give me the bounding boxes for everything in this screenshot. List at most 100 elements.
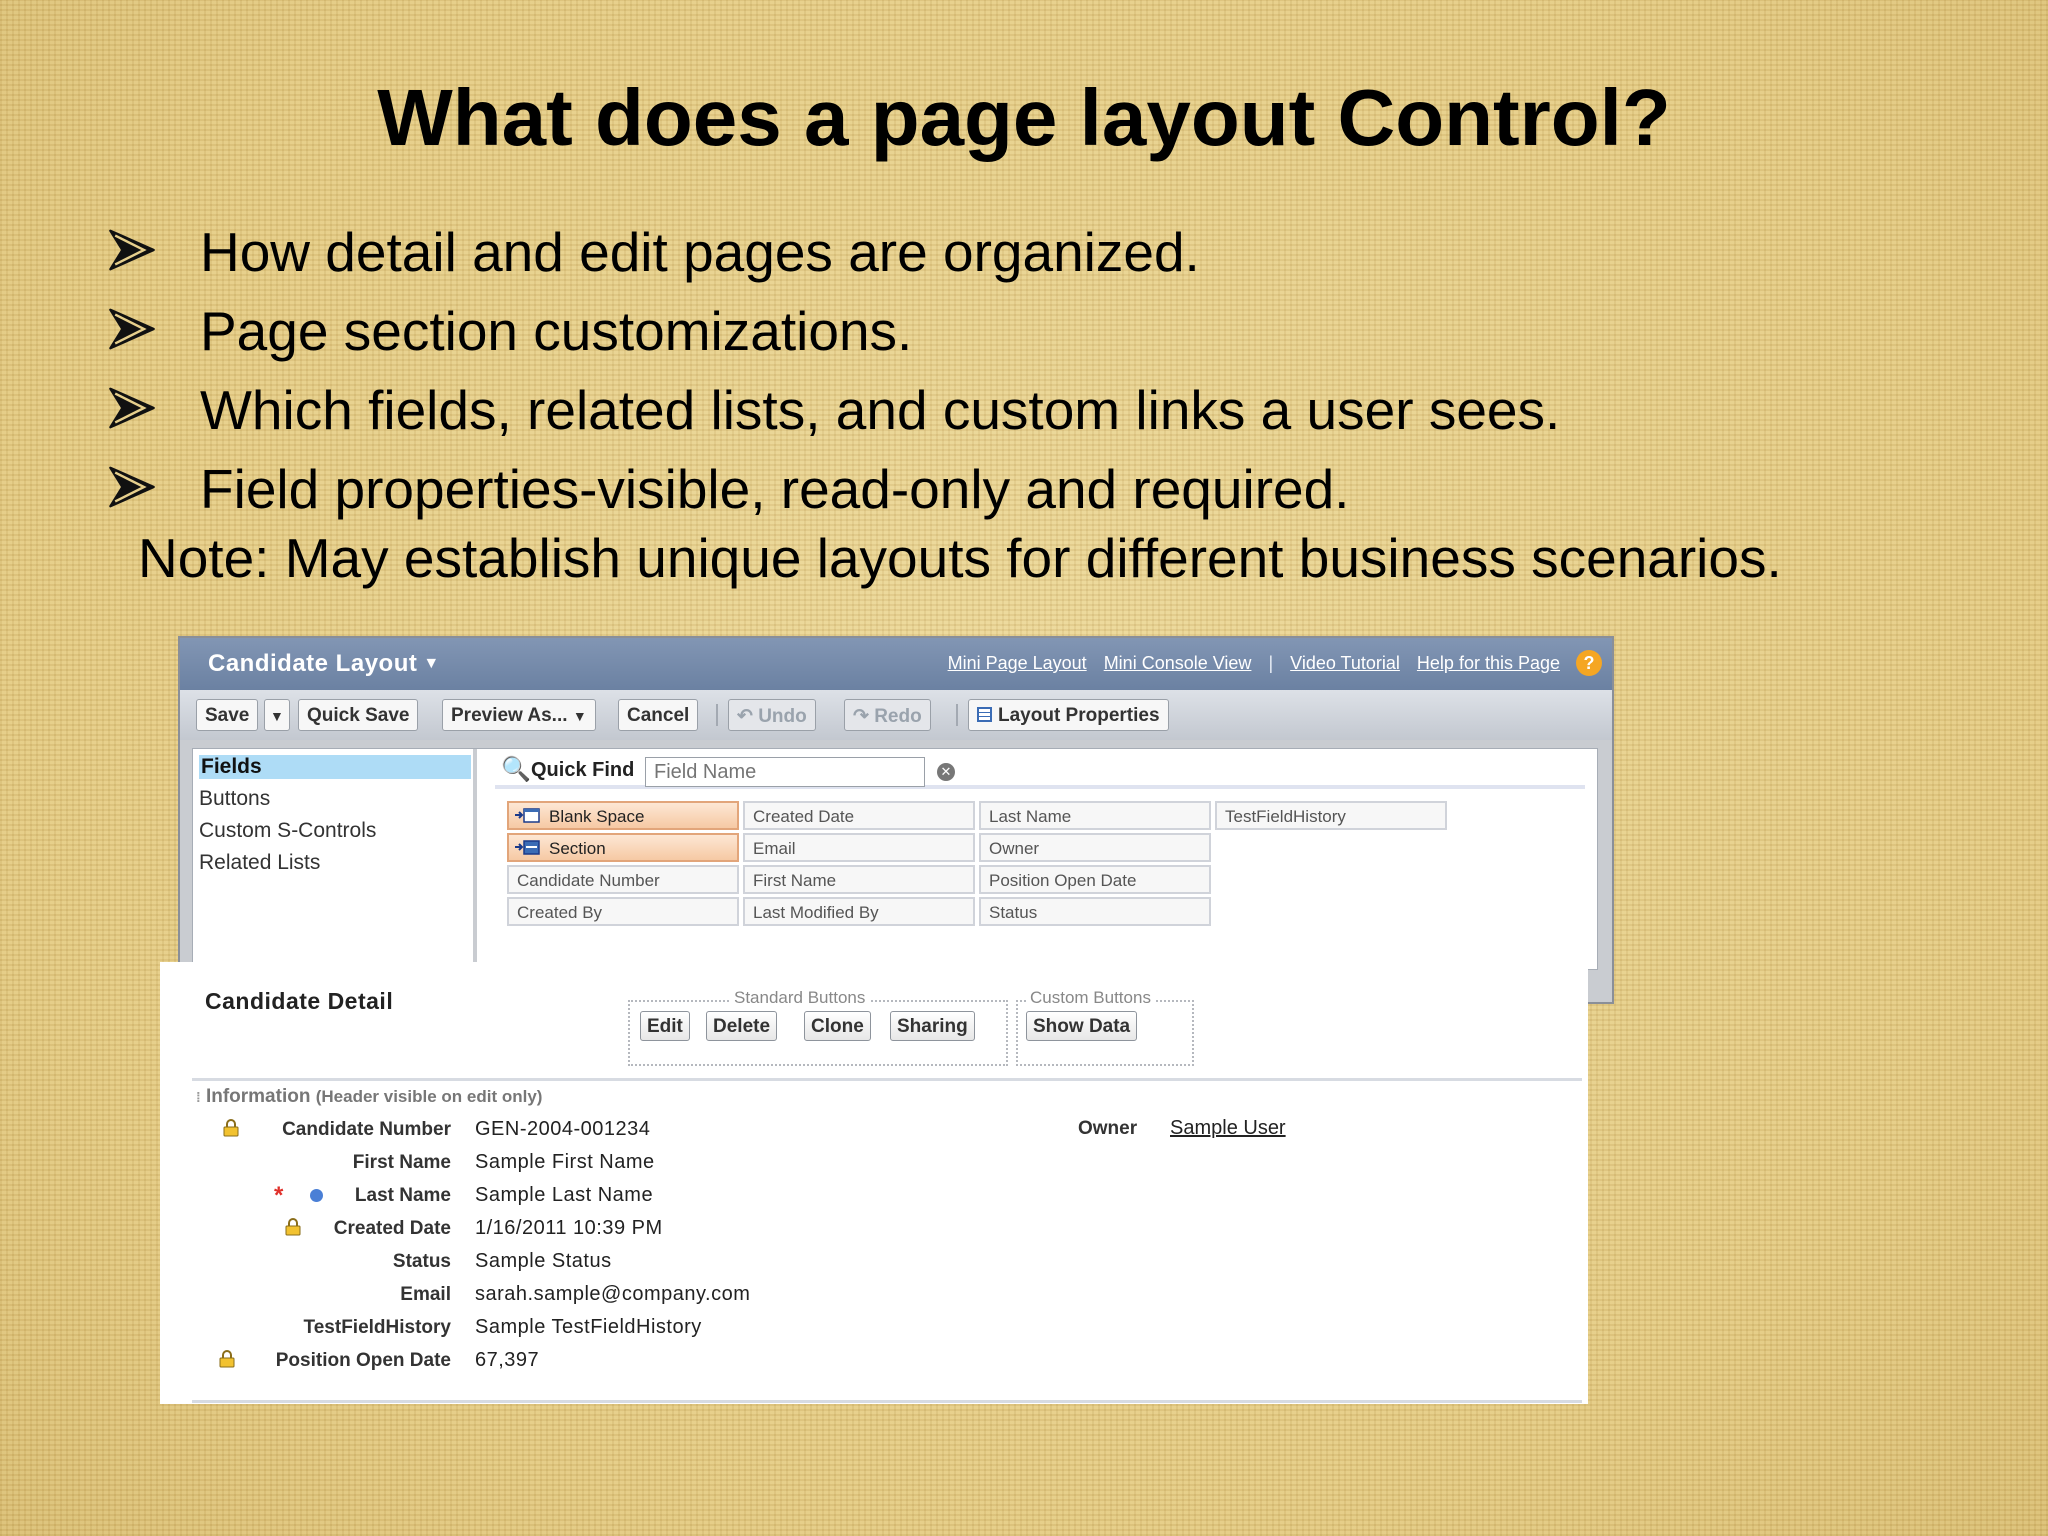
caret-down-icon: ▼: [423, 655, 440, 672]
category-custom-s-controls[interactable]: Custom S-Controls: [199, 819, 376, 843]
palette-field[interactable]: Last Name: [979, 801, 1211, 830]
arrow-bullet-icon: [109, 229, 155, 271]
save-label: Save: [205, 705, 250, 726]
detail-row: Status Sample Status: [160, 1247, 1588, 1277]
layout-editor-header: Candidate Layout ▼ Mini Page Layout Mini …: [180, 638, 1612, 690]
preview-as-label: Preview As...: [451, 705, 568, 726]
layout-title: Candidate Layout: [208, 650, 418, 677]
layout-properties-label: Layout Properties: [998, 705, 1160, 726]
help-page-link[interactable]: Help for this Page: [1417, 653, 1560, 673]
field-label: Candidate Number: [282, 1119, 451, 1140]
section-divider: [192, 1078, 1582, 1081]
toolbar-separator: [956, 704, 958, 726]
preview-as-button[interactable]: Preview As... ▼: [442, 699, 596, 731]
detail-title: Candidate Detail: [205, 988, 394, 1014]
palette-field[interactable]: First Name: [743, 865, 975, 894]
quick-find-label: Quick Find: [531, 759, 635, 781]
video-tutorial-link[interactable]: Video Tutorial: [1290, 653, 1400, 673]
info-dot-icon: [310, 1189, 323, 1202]
drag-handle-icon: ⁞: [196, 1089, 201, 1105]
required-marker: *: [274, 1182, 284, 1209]
palette-field[interactable]: Last Modified By: [743, 897, 975, 926]
palette-field[interactable]: Status: [979, 897, 1211, 926]
redo-icon: ↷: [853, 706, 869, 727]
quick-save-button[interactable]: Quick Save: [298, 699, 419, 731]
palette-field[interactable]: Owner: [979, 833, 1211, 862]
bullet-item: Which fields, related lists, and custom …: [108, 368, 2008, 447]
clone-button[interactable]: Clone: [804, 1011, 871, 1041]
field-value: Sample TestFieldHistory: [475, 1316, 702, 1338]
sharing-button[interactable]: Sharing: [890, 1011, 975, 1041]
section-note: (Header visible on edit only): [315, 1087, 543, 1106]
palette-field-section[interactable]: Section: [507, 833, 739, 862]
clear-icon[interactable]: ✕: [937, 763, 955, 781]
palette-field[interactable]: Email: [743, 833, 975, 862]
mini-console-view-link[interactable]: Mini Console View: [1104, 653, 1252, 673]
layout-properties-button[interactable]: Layout Properties: [968, 699, 1169, 731]
arrow-bullet-icon: [109, 466, 155, 508]
standard-buttons-label: Standard Buttons: [730, 988, 870, 1008]
bullet-item: Page section customizations.: [108, 289, 2008, 368]
slide-note: Note: May establish unique layouts for d…: [138, 527, 1782, 589]
detail-row: Position Open Date 67,397: [160, 1346, 1588, 1376]
field-label: Last Name: [354, 1185, 451, 1206]
lock-icon: [223, 1119, 239, 1137]
palette-field[interactable]: Created Date: [743, 801, 975, 830]
field-label: TestFieldHistory: [303, 1317, 451, 1338]
palette-category-list: Fields Buttons Custom S-Controls Related…: [193, 749, 477, 969]
help-icon[interactable]: ?: [1576, 650, 1602, 676]
caret-down-icon: ▼: [270, 708, 284, 724]
delete-button[interactable]: Delete: [706, 1011, 778, 1041]
field-value: 67,397: [475, 1349, 540, 1371]
layout-title-dropdown[interactable]: Candidate Layout ▼: [208, 650, 440, 678]
field-label: Email: [400, 1284, 451, 1305]
link-separator: |: [1268, 653, 1274, 673]
redo-label: Redo: [874, 706, 922, 727]
edit-button[interactable]: Edit: [640, 1011, 690, 1041]
mini-page-layout-link[interactable]: Mini Page Layout: [948, 653, 1087, 673]
palette-field-blank-space[interactable]: Blank Space: [507, 801, 739, 830]
field-value: GEN-2004-001234: [475, 1118, 651, 1140]
arrow-bullet-icon: [109, 308, 155, 350]
bullet-item: How detail and edit pages are organized.: [108, 210, 2008, 289]
blank-space-icon: [515, 808, 540, 823]
undo-icon: ↶: [737, 706, 753, 727]
bullet-text: How detail and edit pages are organized.: [200, 221, 1200, 283]
palette-field[interactable]: Candidate Number: [507, 865, 739, 894]
palette-field[interactable]: Created By: [507, 897, 739, 926]
category-related-lists[interactable]: Related Lists: [199, 851, 320, 875]
field-label: Section: [549, 839, 606, 858]
toolbar-separator: [716, 704, 718, 726]
field-palette: Fields Buttons Custom S-Controls Related…: [192, 748, 1598, 970]
field-label: First Name: [352, 1152, 451, 1173]
properties-icon: [977, 707, 992, 722]
detail-row: Candidate Number GEN-2004-001234: [160, 1115, 1588, 1145]
detail-row: TestFieldHistory Sample TestFieldHistory: [160, 1313, 1588, 1343]
field-label: Blank Space: [549, 807, 645, 826]
field-label: Created Date: [333, 1218, 451, 1239]
slide-title: What does a page layout Control?: [377, 73, 1671, 162]
lock-icon: [219, 1350, 235, 1368]
undo-button[interactable]: ↶ Undo: [728, 699, 816, 731]
bullet-list: How detail and edit pages are organized.…: [108, 210, 2008, 526]
lock-icon: [285, 1218, 301, 1236]
layout-editor-screenshot: Candidate Layout ▼ Mini Page Layout Mini …: [178, 636, 1614, 1004]
save-dropdown-button[interactable]: ▼: [264, 699, 290, 731]
redo-button[interactable]: ↷ Redo: [844, 699, 931, 731]
show-data-button[interactable]: Show Data: [1026, 1011, 1138, 1041]
category-fields[interactable]: Fields: [199, 755, 471, 779]
palette-field[interactable]: TestFieldHistory: [1215, 801, 1447, 830]
section-title: Information: [205, 1086, 311, 1107]
category-buttons[interactable]: Buttons: [199, 787, 270, 811]
owner-link[interactable]: Sample User: [1170, 1117, 1286, 1140]
bottom-divider: [192, 1400, 1582, 1403]
bullet-text: Field properties-visible, read-only and …: [200, 458, 1350, 520]
palette-field[interactable]: Position Open Date: [979, 865, 1211, 894]
undo-label: Undo: [758, 706, 807, 727]
layout-toolbar: Save ▼ Quick Save Preview As... ▼ Cancel…: [180, 690, 1612, 740]
cancel-button[interactable]: Cancel: [618, 699, 699, 731]
save-button[interactable]: Save: [196, 699, 259, 731]
detail-row: * Last Name Sample Last Name: [160, 1181, 1588, 1211]
quick-find-input[interactable]: [645, 757, 925, 787]
bullet-text: Which fields, related lists, and custom …: [200, 379, 1561, 441]
